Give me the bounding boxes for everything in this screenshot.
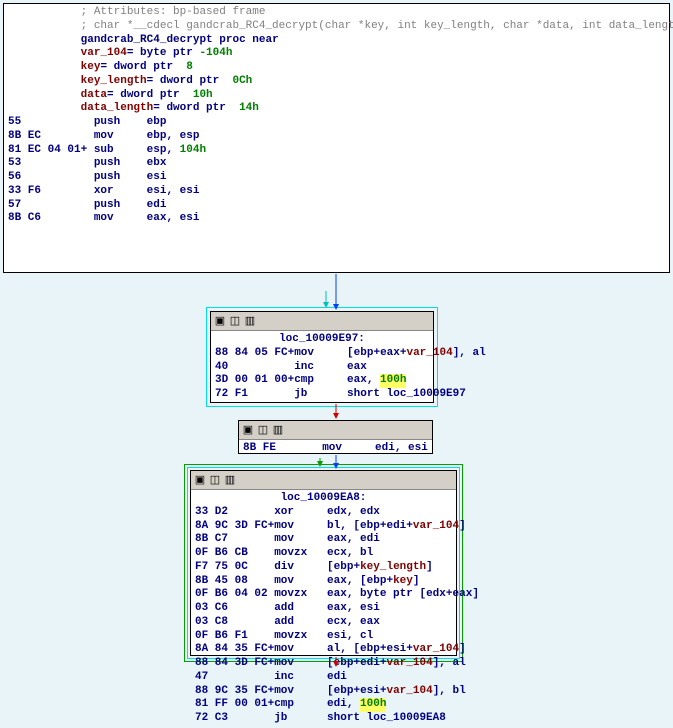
bars-icon[interactable]: ▥ [272, 424, 284, 436]
disasm-node-loc-10009EA8[interactable]: ▣ ◫ ▥ loc_10009EA8:33 D2 xor edx, edx8A … [190, 470, 457, 656]
view-icon[interactable]: ◫ [257, 424, 269, 436]
node3-body: 8B FE mov edi, esi [239, 440, 432, 458]
view-icon[interactable]: ◫ [209, 474, 221, 486]
disasm-node-loc-10009E97[interactable]: ▣ ◫ ▥ loc_10009E97:88 84 05 FC+mov [ebp+… [210, 311, 434, 403]
collapse-icon[interactable]: ▣ [194, 474, 206, 486]
disasm-node-mov-edi-esi[interactable]: ▣ ◫ ▥ 8B FE mov edi, esi [238, 420, 433, 454]
node-toolbar: ▣ ◫ ▥ [239, 421, 432, 440]
node-toolbar: ▣ ◫ ▥ [191, 471, 456, 490]
bars-icon[interactable]: ▥ [244, 315, 256, 327]
collapse-icon[interactable]: ▣ [242, 424, 254, 436]
disasm-node-proc-header[interactable]: ; Attributes: bp-based frame ; char *__c… [3, 3, 670, 273]
node2-body: loc_10009E97:88 84 05 FC+mov [ebp+eax+va… [211, 331, 433, 404]
collapse-icon[interactable]: ▣ [214, 315, 226, 327]
bars-icon[interactable]: ▥ [224, 474, 236, 486]
node-toolbar: ▣ ◫ ▥ [211, 312, 433, 331]
node1-body: ; Attributes: bp-based frame ; char *__c… [4, 4, 669, 228]
view-icon[interactable]: ◫ [229, 315, 241, 327]
node4-body: loc_10009EA8:33 D2 xor edx, edx8A 9C 3D … [191, 490, 456, 728]
